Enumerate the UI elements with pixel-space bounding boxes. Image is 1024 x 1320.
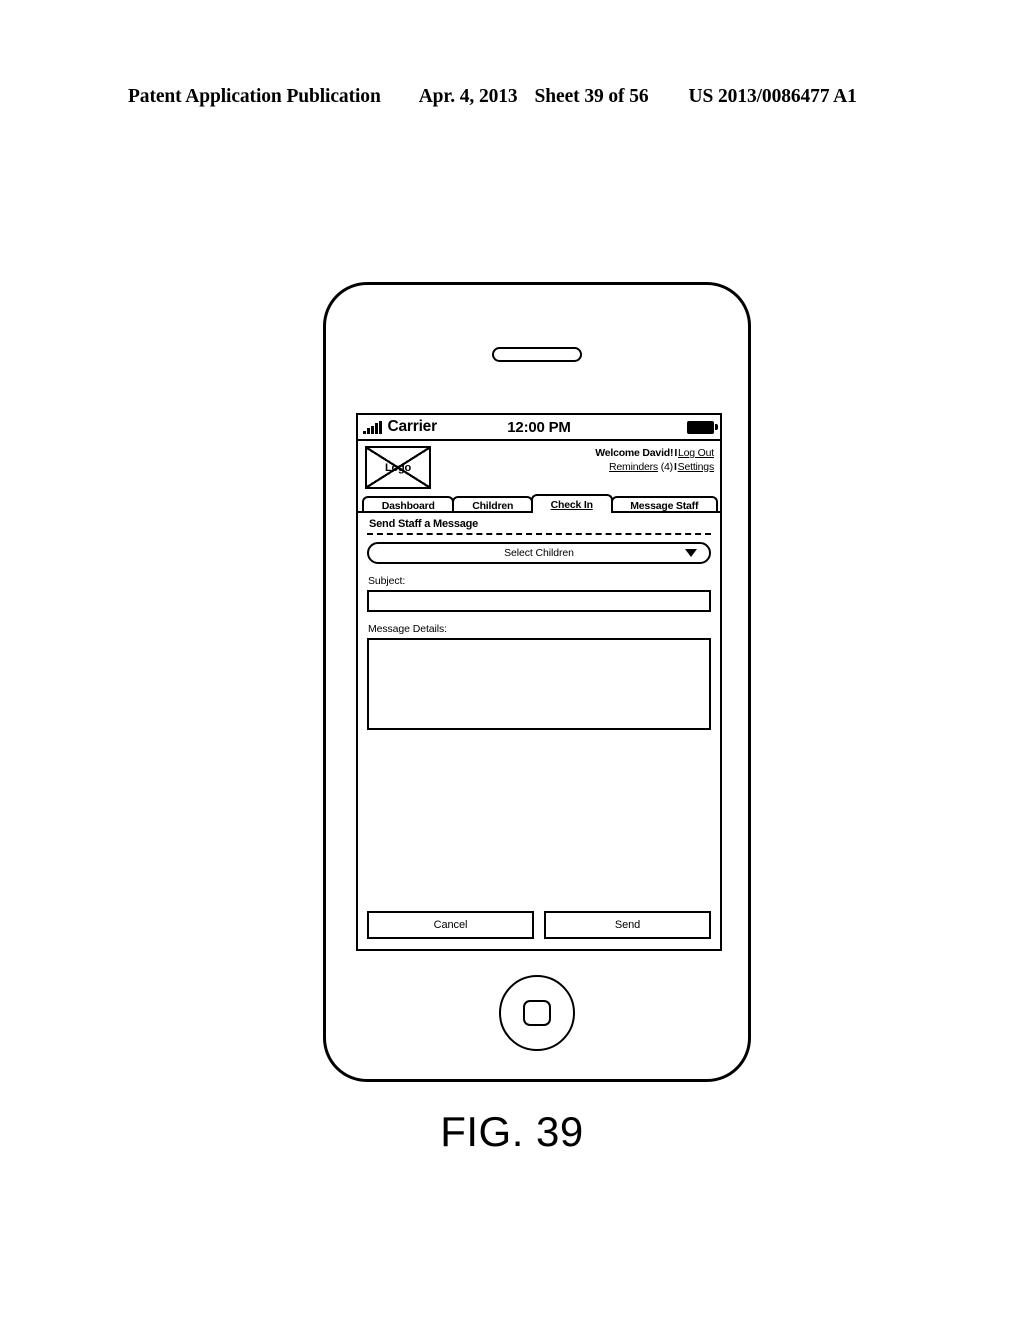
status-bar: Carrier 12:00 PM xyxy=(358,415,720,441)
figure-caption: FIG. 39 xyxy=(440,1108,584,1155)
patent-publication-label: Patent Application Publication xyxy=(128,86,381,107)
send-button[interactable]: Send xyxy=(544,911,711,939)
patent-number-label: US 2013/0086477 A1 xyxy=(688,86,857,107)
page-title: Send Staff a Message xyxy=(369,518,479,530)
tab-bar: Dashboard Children Check In Message Staf… xyxy=(358,493,720,513)
action-button-row: Cancel Send xyxy=(367,911,711,949)
status-time: 12:00 PM xyxy=(507,418,571,436)
patent-sheet-label: Sheet 39 of 56 xyxy=(534,86,649,107)
app-header: Logo Welcome David!ILog Out Reminders (4… xyxy=(358,441,720,493)
tab-check-in-label: Check In xyxy=(550,498,593,511)
signal-bars-icon xyxy=(363,420,382,434)
chevron-down-icon xyxy=(685,549,697,557)
welcome-greeting: Welcome David! xyxy=(595,447,674,459)
reminders-count: (4) xyxy=(660,460,673,473)
carrier-label: Carrier xyxy=(387,418,438,435)
message-form: Send Staff a Message Select Children Sub… xyxy=(358,513,720,949)
tab-check-in[interactable]: Check In xyxy=(530,494,613,513)
message-details-label: Message Details: xyxy=(368,623,447,635)
home-button-icon[interactable] xyxy=(499,975,575,1051)
patent-header: Patent Application Publication Apr. 4, 2… xyxy=(128,86,896,108)
select-children-dropdown[interactable]: Select Children xyxy=(367,542,711,564)
log-out-link[interactable]: Log Out xyxy=(678,447,714,459)
phone-device-frame: Carrier 12:00 PM Logo Welcome David!ILog… xyxy=(323,282,751,1082)
section-divider xyxy=(367,533,711,535)
phone-screen: Carrier 12:00 PM Logo Welcome David!ILog… xyxy=(356,413,722,951)
cancel-button[interactable]: Cancel xyxy=(367,911,534,939)
battery-full-icon xyxy=(687,420,718,434)
patent-date-label: Apr. 4, 2013 xyxy=(418,86,518,107)
reminders-link[interactable]: Reminders xyxy=(609,461,658,473)
welcome-block: Welcome David!ILog Out Reminders (4)ISet… xyxy=(595,446,716,474)
subject-label: Subject: xyxy=(368,575,406,587)
subject-input[interactable] xyxy=(367,590,711,612)
welcome-line-1: Welcome David!ILog Out xyxy=(595,447,714,461)
logo-placeholder-label: Logo xyxy=(384,461,412,474)
settings-link[interactable]: Settings xyxy=(678,461,715,473)
tab-children-label: Children xyxy=(472,499,514,512)
welcome-line-2: Reminders (4)ISettings xyxy=(595,461,714,475)
form-spacer xyxy=(367,730,711,911)
select-children-value: Select Children xyxy=(504,547,574,559)
tab-message-staff-label: Message Staff xyxy=(630,499,699,512)
tab-dashboard-label: Dashboard xyxy=(381,499,435,512)
home-button-square-icon xyxy=(523,1000,551,1026)
speaker-slot-icon xyxy=(492,347,582,362)
logo-placeholder: Logo xyxy=(365,446,431,489)
message-details-textarea[interactable] xyxy=(367,638,711,730)
